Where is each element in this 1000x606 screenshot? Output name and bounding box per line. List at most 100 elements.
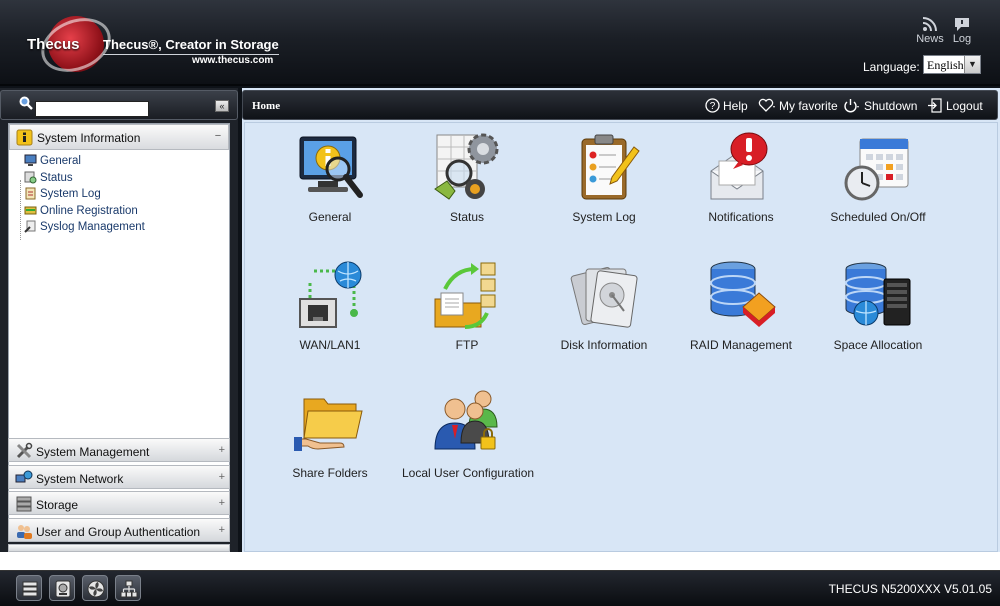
sidebar: « System Information − General Status Sy… [0, 88, 238, 552]
section-title: System Information [37, 131, 141, 145]
site-url: www.thecus.com [192, 55, 274, 66]
tree-item-system-log[interactable]: System Log [9, 186, 229, 203]
app-local-user-configuration[interactable]: Local User Configuration [402, 387, 535, 480]
app-scheduled-on-off[interactable]: Scheduled On/Off [813, 131, 943, 224]
app-status[interactable]: Status [402, 131, 532, 224]
language-label: Language: [863, 60, 920, 74]
app-label: Status [449, 210, 485, 224]
tree-item-syslog-management[interactable]: Syslog Management [9, 219, 229, 236]
accordion-label: User and Group Authentication [36, 525, 201, 539]
shutdown-button[interactable]: Shutdown [843, 98, 917, 113]
syslog-icon [24, 220, 36, 233]
app-label: Space Allocation [833, 338, 923, 352]
accordion-partial[interactable] [8, 544, 230, 552]
app-label: WAN/LAN1 [299, 338, 361, 352]
tagline: Thecus®, Creator in Storage [103, 37, 279, 55]
header: Thecus Thecus®, Creator in Storage www.t… [0, 0, 1000, 86]
chevron-down-icon[interactable]: ▼ [964, 56, 980, 73]
language-select[interactable]: English ▼ [923, 55, 981, 74]
fan-status-button[interactable] [82, 575, 108, 601]
app-label: System Log [572, 210, 636, 224]
logout-label: Logout [946, 99, 983, 113]
logo-brand: Thecus [27, 36, 80, 53]
app-ftp[interactable]: FTP [402, 259, 532, 352]
breadcrumb[interactable]: Home [252, 100, 280, 112]
status-gear-icon [434, 133, 499, 200]
expand-icon[interactable]: + [219, 524, 225, 536]
app-system-log[interactable]: System Log [539, 131, 669, 224]
help-label: Help [723, 99, 748, 113]
favorite-label: My favorite [779, 99, 838, 113]
accordion-user-group-authentication[interactable]: User and Group Authentication + [8, 518, 230, 542]
app-label: FTP [455, 338, 479, 352]
tree-item-general[interactable]: General [9, 153, 229, 170]
log-icon [25, 187, 36, 200]
news-link[interactable]: News [915, 16, 945, 45]
expand-icon[interactable]: + [219, 471, 225, 483]
app-wan-lan1[interactable]: WAN/LAN1 [265, 259, 395, 352]
section-header-system-information[interactable]: System Information − [9, 124, 229, 150]
users-icon [17, 525, 32, 539]
chat-icon [955, 18, 969, 31]
firmware-version: THECUS N5200XXX V5.01.05 [828, 582, 992, 596]
tree-item-status[interactable]: Status [9, 170, 229, 187]
news-label: News [916, 33, 944, 45]
network-status-button[interactable] [115, 575, 141, 601]
clipboard-log-icon [581, 134, 640, 200]
log-link[interactable]: Log [947, 16, 977, 45]
heart-icon [758, 98, 775, 112]
accordion-storage[interactable]: Storage + [8, 491, 230, 515]
tree-item-label: System Log [40, 188, 101, 200]
network-tree-icon [120, 580, 138, 598]
logout-icon [928, 98, 942, 113]
tree-item-label: Syslog Management [40, 221, 145, 233]
app-general[interactable]: General [265, 131, 395, 224]
network-port-icon [299, 261, 362, 328]
footer-gap [0, 552, 1000, 570]
app-label: Local User Configuration [402, 466, 535, 480]
tree-item-online-registration[interactable]: Online Registration [9, 203, 229, 220]
info-monitor-icon [299, 136, 363, 198]
app-label: Share Folders [292, 466, 368, 480]
app-label: RAID Management [689, 338, 793, 352]
server-status-button[interactable] [16, 575, 42, 601]
app-notifications[interactable]: Notifications [676, 131, 806, 224]
main-area: Home ? Help My favorite Shutdown Logout … [242, 88, 1000, 552]
search-input[interactable] [35, 101, 149, 117]
accordion-system-network[interactable]: System Network + [8, 465, 230, 489]
rss-icon [922, 17, 937, 32]
accordion-label: System Network [36, 472, 124, 486]
accordion-label: Storage [36, 498, 79, 512]
tools-icon [16, 442, 33, 459]
monitor-icon [24, 154, 37, 166]
alert-mail-icon [710, 132, 768, 200]
disk-status-button[interactable] [49, 575, 75, 601]
storage-icon [16, 496, 32, 512]
app-share-folders[interactable]: Share Folders [265, 387, 395, 480]
expand-icon[interactable]: + [219, 497, 225, 509]
fan-icon [87, 580, 105, 598]
language-value: English [927, 58, 964, 72]
footer: THECUS N5200XXX V5.01.05 [0, 570, 1000, 606]
help-button[interactable]: ? Help [705, 98, 748, 113]
favorite-button[interactable]: My favorite [758, 98, 838, 113]
calendar-clock-icon [844, 138, 909, 201]
app-disk-information[interactable]: Disk Information [539, 259, 669, 352]
power-icon [844, 99, 859, 113]
expand-icon[interactable]: + [219, 444, 225, 456]
help-icon: ? [705, 98, 720, 113]
accordion-label: System Management [36, 445, 150, 459]
app-raid-management[interactable]: RAID Management [676, 259, 806, 352]
app-grid: General Status System Log Notifications … [244, 122, 998, 552]
accordion-system-management[interactable]: System Management + [8, 438, 230, 462]
app-label: Disk Information [560, 338, 648, 352]
logout-button[interactable]: Logout [927, 98, 983, 113]
hard-disk-icon [55, 580, 71, 598]
app-label: General [308, 210, 352, 224]
raid-icon [710, 261, 776, 327]
collapse-icon[interactable]: − [212, 131, 224, 143]
network-icon [15, 470, 33, 483]
collapse-sidebar-button[interactable]: « [215, 100, 229, 112]
registration-icon [24, 206, 37, 214]
app-space-allocation[interactable]: Space Allocation [813, 259, 943, 352]
